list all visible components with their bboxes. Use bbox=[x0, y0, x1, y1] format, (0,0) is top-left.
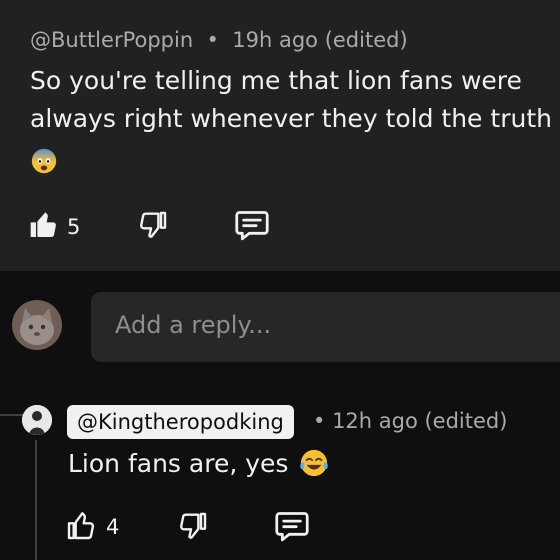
comment-body: So you're telling me that lion fans were… bbox=[30, 62, 560, 138]
meta-separator: • bbox=[313, 409, 333, 433]
reply-placeholder: Add a reply... bbox=[115, 311, 272, 339]
comment-line-1: So you're telling me that lion fans were bbox=[30, 66, 522, 95]
reply-body: Lion fans are, yes bbox=[68, 449, 289, 478]
like-count: 5 bbox=[67, 215, 81, 239]
reply-avatar[interactable] bbox=[22, 405, 52, 435]
like-icon[interactable] bbox=[65, 510, 97, 542]
dislike-icon[interactable] bbox=[137, 209, 169, 241]
comment-time: 19h ago (edited) bbox=[232, 28, 408, 52]
comment-meta: @ButtlerPoppin • 19h ago (edited) bbox=[30, 28, 408, 52]
like-filled-icon[interactable] bbox=[28, 209, 60, 241]
reply-dislike-icon[interactable] bbox=[177, 510, 209, 542]
reply-author-chip[interactable]: @Kingtheropodking bbox=[67, 405, 294, 439]
comment-line-2: always right whenever they told the trut… bbox=[30, 104, 552, 133]
fearful-face-icon bbox=[31, 148, 57, 174]
meta-separator: • bbox=[199, 28, 226, 52]
thread-line bbox=[35, 440, 37, 560]
cat-avatar-icon bbox=[12, 300, 62, 350]
thread-connector bbox=[0, 414, 24, 416]
avatar bbox=[12, 300, 62, 350]
tears-of-joy-icon bbox=[300, 449, 328, 477]
comment-author[interactable]: @ButtlerPoppin bbox=[30, 28, 193, 52]
reply-comment-icon[interactable] bbox=[234, 208, 270, 242]
highlighted-comment: @ButtlerPoppin • 19h ago (edited) So you… bbox=[0, 0, 560, 271]
reply-like-count: 4 bbox=[106, 515, 120, 539]
person-avatar-icon bbox=[22, 405, 52, 435]
reply-input[interactable]: Add a reply... bbox=[91, 292, 560, 362]
reply-to-reply-icon[interactable] bbox=[274, 509, 310, 543]
reply-time: 12h ago (edited) bbox=[332, 409, 508, 433]
reply-meta: • 12h ago (edited) bbox=[313, 409, 507, 433]
